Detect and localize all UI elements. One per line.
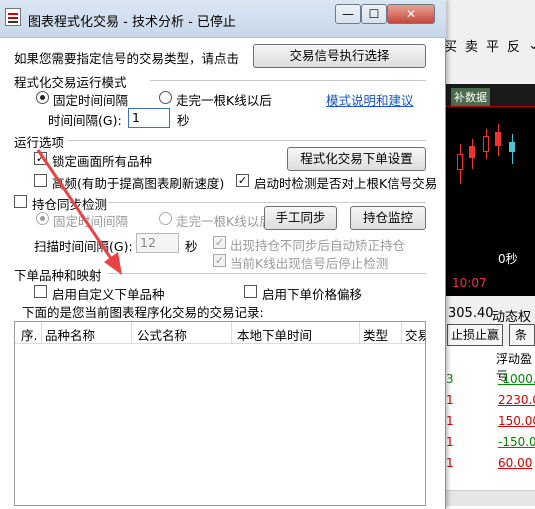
position-monitor-button[interactable]: 持仓监控 <box>350 206 426 230</box>
seconds-countdown: 0秒 <box>498 252 518 266</box>
candle <box>509 142 515 152</box>
chart-time: 10:07 <box>446 276 535 296</box>
lock-screen-label[interactable]: 锁定画面所有品种 <box>52 151 152 170</box>
sync-after-bar-radio[interactable] <box>159 212 172 225</box>
price-offset-label[interactable]: 启用下单价格偏移 <box>262 284 362 303</box>
sync-check-checkbox[interactable] <box>14 195 27 208</box>
sync-fixed-interval-label[interactable]: 固定时间间隔 <box>53 211 128 230</box>
float-pl-value: -1000.0 <box>498 372 535 386</box>
window-title: 图表程式化交易 - 技术分析 - 已停止 <box>28 15 236 30</box>
auto-fix-checkbox[interactable]: ✓ <box>213 236 226 249</box>
column-header[interactable]: 交易 <box>405 325 425 344</box>
column-separator[interactable] <box>41 322 42 344</box>
candle <box>457 154 463 170</box>
order-settings-button[interactable]: 程式化交易下单设置 <box>287 147 426 171</box>
extra-button[interactable]: 条 <box>509 324 535 346</box>
background-menubar: 买 卖 平 反 ⌄ <box>440 32 535 58</box>
manual-sync-button[interactable]: 手工同步 <box>264 206 337 230</box>
check-signal-checkbox[interactable]: ✓ <box>236 174 249 187</box>
float-pl-value: -150.00 <box>498 435 535 449</box>
records-caption: 下面的是您当前图表程序化交易的交易记录: <box>22 305 264 320</box>
column-separator[interactable] <box>401 322 402 344</box>
column-header[interactable]: 本地下单时间 <box>237 325 312 344</box>
signal-select-button[interactable]: 交易信号执行选择 <box>253 44 426 68</box>
mode-section-title: 程式化交易运行模式 <box>14 75 127 90</box>
price-offset-checkbox[interactable] <box>244 285 257 298</box>
sync-section-divider <box>108 202 426 203</box>
interval-unit: 秒 <box>177 113 190 128</box>
position-row-marker: 1 <box>446 435 454 449</box>
stop-on-signal-checkbox[interactable]: ✓ <box>213 254 226 267</box>
run-options-title: 运行选项 <box>14 135 65 150</box>
scan-interval-unit: 秒 <box>185 239 198 254</box>
column-separator[interactable] <box>231 322 232 344</box>
float-pl-value: 60.00 <box>498 456 533 470</box>
high-freq-label[interactable]: 高频(有助于提高图表刷新速度) <box>52 173 224 192</box>
price-label: 305.40 <box>448 306 494 321</box>
stop-loss-button[interactable]: 止损止赢 <box>447 324 503 346</box>
after-bar-label[interactable]: 走完一根K线以后 <box>176 90 272 109</box>
reverse-menu[interactable]: 反 <box>505 36 522 55</box>
chart-divider <box>446 106 535 107</box>
arrow-head <box>104 252 122 275</box>
mapping-section-divider <box>108 273 426 274</box>
trade-records-table[interactable]: 序. 品种名称 公式名称 本地下单时间 类型 交易 <box>14 321 426 506</box>
candle <box>483 136 489 152</box>
candle <box>469 146 475 158</box>
signal-prompt: 如果您需要指定信号的交易类型，请点击 <box>14 51 240 66</box>
sell-menu[interactable]: 卖 <box>463 36 480 55</box>
position-panel: 浮动盈亏 3 1 1 1 1 -1000.0 2230.0 150.00 -15… <box>446 346 535 509</box>
background-chart: 补数据 0秒 10:07 <box>446 84 535 296</box>
interval-input[interactable]: 1 <box>128 108 170 128</box>
float-pl-value: 150.00 <box>498 414 535 428</box>
mode-help-link[interactable]: 模式说明和建议 <box>326 90 414 109</box>
column-header[interactable]: 品种名称 <box>45 325 95 344</box>
run-options-divider <box>68 140 426 141</box>
column-header[interactable]: 序. <box>21 325 37 344</box>
high-freq-checkbox[interactable] <box>34 174 47 187</box>
custom-product-label[interactable]: 启用自定义下单品种 <box>52 284 165 303</box>
scan-interval-input[interactable]: 12 <box>136 233 179 253</box>
title-bar[interactable]: 图表程式化交易 - 技术分析 - 已停止 — ☐ ✕ <box>0 0 446 38</box>
column-separator[interactable] <box>359 322 360 344</box>
position-row-marker: 1 <box>446 456 454 470</box>
chevron-down-icon[interactable]: ⌄ <box>526 38 535 53</box>
check-signal-label[interactable]: 启动时检测是否对上根K信号交易 <box>254 173 437 192</box>
table-header: 序. 品种名称 公式名称 本地下单时间 类型 交易 <box>15 322 425 344</box>
close-button[interactable]: ✕ <box>387 4 435 24</box>
app-icon <box>5 8 21 26</box>
mode-section-divider <box>150 80 426 81</box>
auto-fix-label[interactable]: 出现持仓不同步后自动矫正持仓 <box>230 235 405 254</box>
custom-product-checkbox[interactable] <box>34 285 47 298</box>
fixed-interval-radio[interactable] <box>36 91 49 104</box>
fixed-interval-label[interactable]: 固定时间间隔 <box>53 90 128 109</box>
column-header[interactable]: 类型 <box>363 325 388 344</box>
position-row-marker: 1 <box>446 393 454 407</box>
sync-fixed-interval-radio[interactable] <box>36 212 49 225</box>
maximize-button[interactable]: ☐ <box>361 4 387 24</box>
stop-on-signal-label[interactable]: 当前K线出现信号后停止检测 <box>230 253 388 272</box>
candle <box>495 132 501 146</box>
position-row-marker: 3 <box>446 372 454 386</box>
sync-after-bar-label[interactable]: 走完一根K线以后 <box>176 211 272 230</box>
float-pl-value: 2230.0 <box>498 393 535 407</box>
column-header[interactable]: 公式名称 <box>137 325 187 344</box>
mapping-section-title: 下单品种和映射 <box>14 268 102 283</box>
lock-screen-checkbox[interactable]: ✓ <box>34 152 47 165</box>
dynamic-label: 动态权 <box>492 310 532 325</box>
interval-label: 时间间隔(G): <box>48 113 122 128</box>
close-menu[interactable]: 平 <box>484 36 501 55</box>
scan-interval-label: 扫描时间间隔(G): <box>34 239 133 254</box>
position-row-marker: 1 <box>446 414 454 428</box>
after-bar-radio[interactable] <box>159 91 172 104</box>
minimize-button[interactable]: — <box>335 4 361 24</box>
column-separator[interactable] <box>131 322 132 344</box>
program-trading-dialog: 图表程式化交易 - 技术分析 - 已停止 — ☐ ✕ 如果您需要指定信号的交易类… <box>0 0 446 509</box>
fill-data-tag[interactable]: 补数据 <box>451 88 490 106</box>
panel-scrollbar[interactable] <box>446 490 535 506</box>
